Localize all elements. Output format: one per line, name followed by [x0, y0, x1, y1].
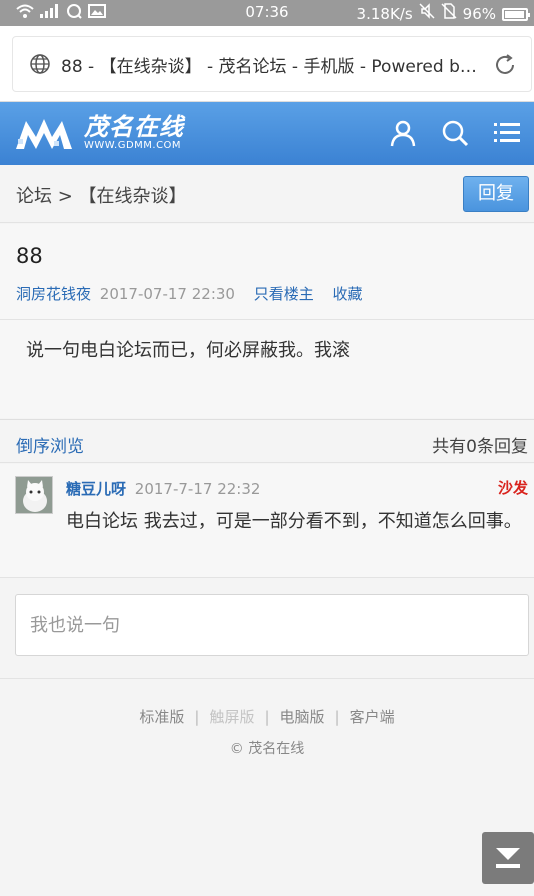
desktop-version-link[interactable]: 电脑版 — [280, 708, 325, 726]
status-bar: 07:36 3.18K/s 96% — [0, 0, 534, 26]
favorite-link[interactable]: 收藏 — [333, 285, 363, 303]
arrow-down-icon — [496, 848, 520, 868]
status-icons-right: 3.18K/s 96% — [356, 3, 530, 25]
thread-post: 88 洞房花钱夜 2017-07-17 22:30 只看楼主 收藏 说一句电白论… — [0, 224, 534, 418]
reply-button[interactable]: 回复 — [463, 176, 529, 212]
reply-body: 电白论坛 我去过，可是一部分看不到，不知道怎么回事。 — [66, 511, 522, 532]
only-op-link[interactable]: 只看楼主 — [254, 285, 314, 303]
user-icon[interactable] — [388, 118, 418, 148]
site-header: 茂名在线 WWW.GDMM.COM — [0, 102, 534, 165]
address-bar[interactable]: 88 - 【在线杂谈】 - 茂名论坛 - 手机版 - Powered by... — [12, 36, 532, 92]
thread-title: 88 — [16, 244, 43, 268]
post-author[interactable]: 洞房花钱夜 — [16, 285, 91, 303]
separator: | — [334, 708, 340, 726]
logo-text: 茂名在线 — [84, 113, 184, 141]
breadcrumb[interactable]: 论坛 > 【在线杂谈】 — [16, 182, 187, 208]
menu-icon[interactable] — [492, 118, 522, 148]
post-body: 说一句电白论坛而已，何必屏蔽我。我滚 — [26, 340, 350, 361]
scroll-to-bottom-button[interactable] — [482, 832, 534, 884]
post-meta: 洞房花钱夜 2017-07-17 22:30 只看楼主 收藏 — [16, 283, 363, 304]
floor-badge: 沙发 — [497, 479, 528, 497]
footer: 标准版 | 触屏版 | 电脑版 | 客户端 © 茂名在线 — [0, 680, 534, 896]
site-logo[interactable]: 茂名在线 WWW.GDMM.COM — [14, 114, 184, 152]
network-speed: 3.18K/s — [356, 5, 413, 23]
search-icon[interactable] — [440, 118, 470, 148]
reverse-order-link[interactable]: 倒序浏览 — [16, 432, 84, 457]
divider — [0, 319, 534, 320]
globe-icon — [30, 54, 50, 74]
separator: | — [194, 708, 200, 726]
logo-url: WWW.GDMM.COM — [84, 140, 182, 151]
footer-links: 标准版 | 触屏版 | 电脑版 | 客户端 — [0, 706, 534, 727]
reply-date: 2017-7-17 22:32 — [134, 480, 261, 498]
standard-version-link[interactable]: 标准版 — [139, 708, 184, 726]
post-date: 2017-07-17 22:30 — [99, 285, 235, 303]
quick-reply-input[interactable] — [15, 594, 529, 656]
mute-icon — [419, 3, 435, 25]
reload-icon[interactable] — [493, 53, 517, 77]
copyright: © 茂名在线 — [229, 741, 305, 757]
touch-version-link: 触屏版 — [209, 708, 255, 726]
battery-icon — [502, 7, 530, 21]
battery-percent: 96% — [462, 5, 496, 23]
reply-item: 糖豆儿呀 2017-7-17 22:32 沙发 电白论坛 我去过，可是一部分看不… — [0, 464, 534, 578]
reply-count: 共有0条回复 — [432, 437, 528, 457]
replies-header: 倒序浏览 共有0条回复 — [0, 419, 534, 463]
browser-toolbar: 88 - 【在线杂谈】 - 茂名论坛 - 手机版 - Powered by... — [0, 26, 534, 102]
quick-reply-area — [0, 579, 534, 679]
breadcrumb-row: 论坛 > 【在线杂谈】 回复 — [0, 165, 534, 223]
reply-meta: 糖豆儿呀 2017-7-17 22:32 — [66, 478, 260, 499]
no-sim-icon — [441, 3, 457, 25]
separator: | — [264, 708, 270, 726]
client-app-link[interactable]: 客户端 — [350, 708, 395, 726]
reply-author[interactable]: 糖豆儿呀 — [66, 480, 126, 498]
logo-mark-icon — [16, 119, 72, 149]
page-title: 88 - 【在线杂谈】 - 茂名论坛 - 手机版 - Powered by... — [61, 56, 481, 77]
avatar[interactable] — [15, 476, 53, 514]
